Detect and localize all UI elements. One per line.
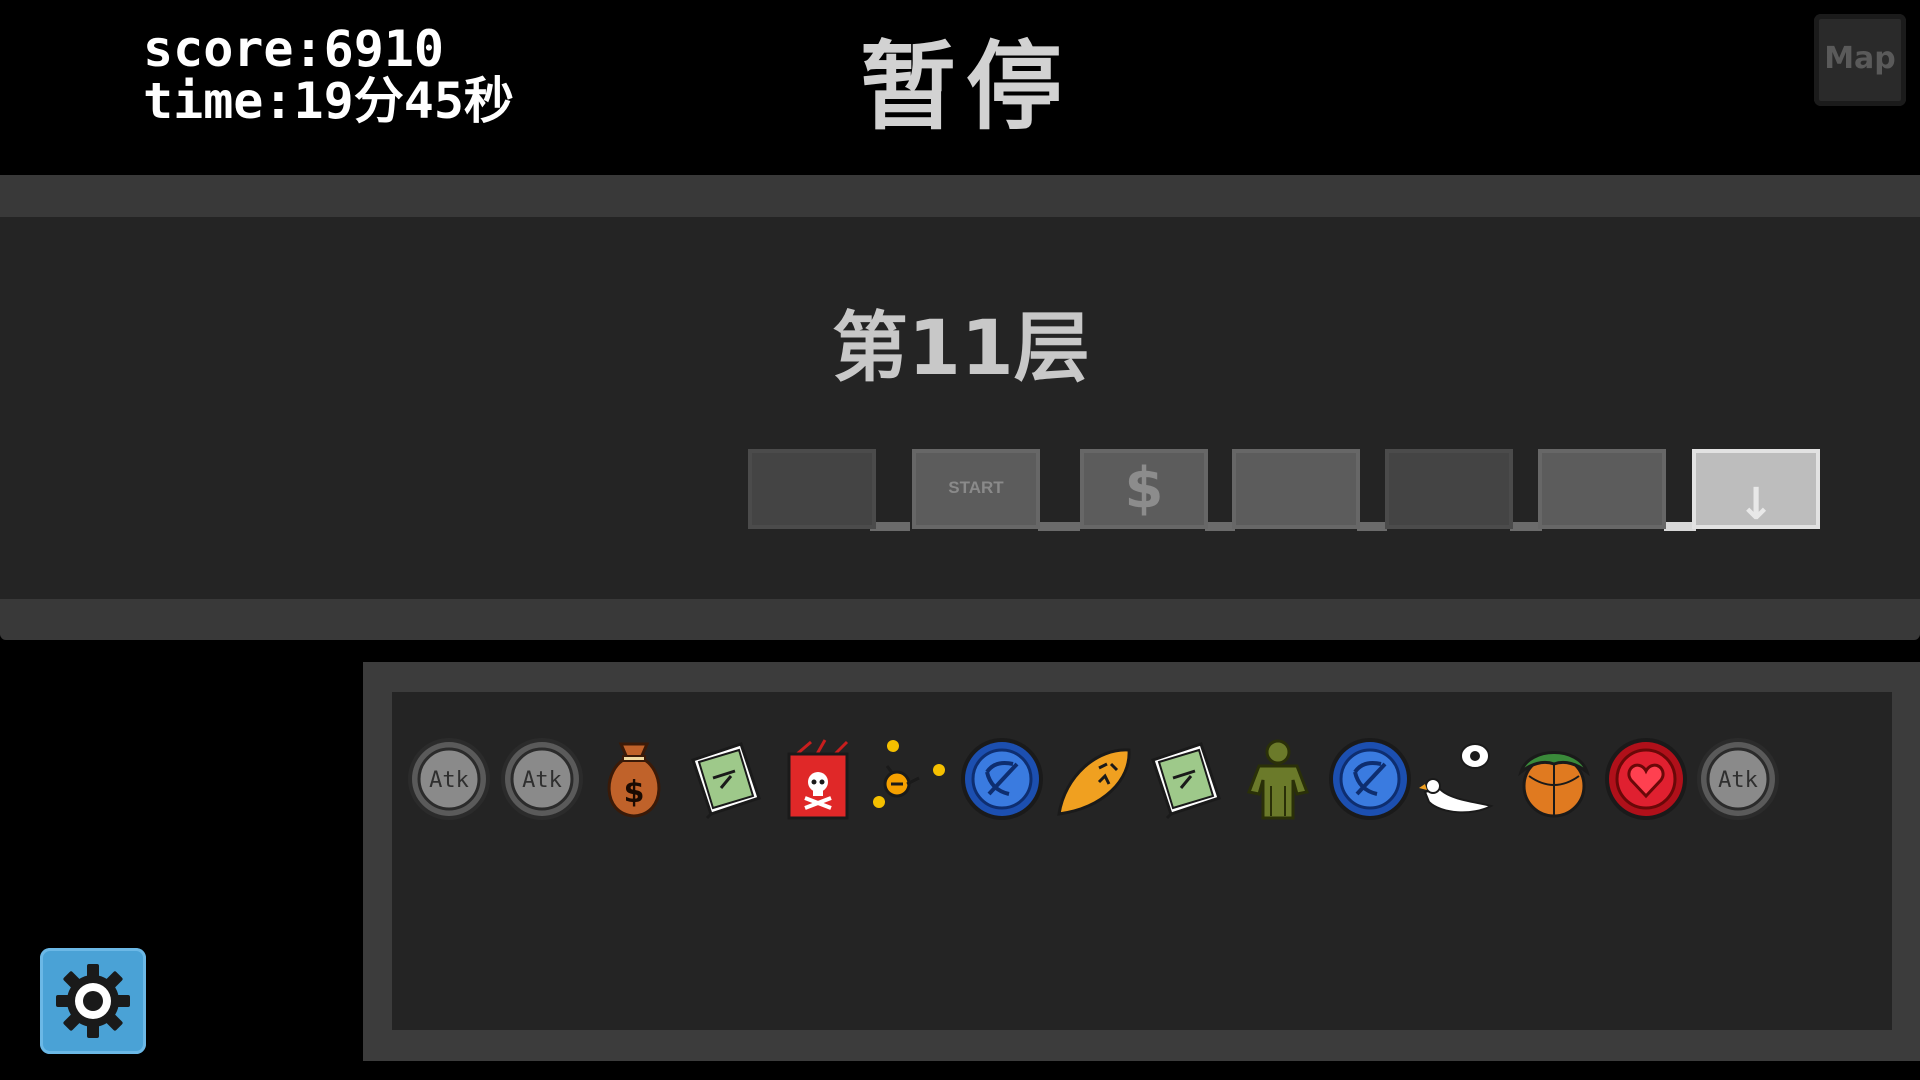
atk-text: Atk <box>1718 768 1758 793</box>
atk-text: Atk <box>429 768 469 793</box>
floor-map-panel: 第11层 START $ ↓ <box>0 175 1920 640</box>
floor-label: 第11层 <box>832 303 1090 392</box>
map-room-exit-current: ↓ <box>1692 449 1820 529</box>
map-room-6 <box>1538 449 1666 529</box>
heart-coin-icon[interactable] <box>1603 736 1689 822</box>
leafy-basketball-icon[interactable] <box>1511 736 1597 822</box>
map-room-start: START <box>912 449 1040 529</box>
dollar-icon: $ <box>1124 456 1164 521</box>
settings-button[interactable] <box>40 948 146 1054</box>
map-room-4 <box>1232 449 1360 529</box>
time-readout: time:19分45秒 <box>143 72 514 130</box>
pause-screen: score:6910 time:19分45秒 暂停 Map 第11层 START… <box>0 0 1920 1080</box>
orbiting-dots-icon[interactable] <box>867 736 953 822</box>
start-room-label: START <box>948 478 1004 497</box>
atk-text: Atk <box>522 768 562 793</box>
map-button-label: Map <box>1824 41 1896 76</box>
room-connector <box>870 522 910 531</box>
down-arrow-icon: ↓ <box>1737 479 1775 530</box>
room-connector <box>1038 522 1080 531</box>
gear-icon <box>56 964 130 1038</box>
money-bag-icon[interactable]: $ <box>591 736 677 822</box>
atk-coin-icon[interactable]: Atk <box>499 736 585 822</box>
ghillie-figure-icon[interactable] <box>1235 736 1321 822</box>
angry-leaf-icon[interactable] <box>1051 736 1137 822</box>
bow-coin-icon[interactable] <box>959 736 1045 822</box>
atk-coin-icon[interactable]: Atk <box>406 736 492 822</box>
spell-book-icon[interactable] <box>683 736 769 822</box>
svg-text:$: $ <box>624 775 645 810</box>
pause-title: 暂停 <box>860 31 1072 143</box>
room-connector <box>1357 522 1387 531</box>
pigeon-icon[interactable] <box>1419 736 1505 822</box>
room-connector <box>1205 522 1235 531</box>
score-readout: score:6910 <box>143 20 445 78</box>
spell-book-icon[interactable] <box>1143 736 1229 822</box>
bow-coin-icon[interactable] <box>1327 736 1413 822</box>
map-button[interactable]: Map <box>1814 14 1906 106</box>
floor-map-area: 第11层 START $ ↓ <box>0 217 1920 599</box>
items-list: Atk Atk $ Atk <box>392 692 1892 1030</box>
atk-coin-icon[interactable]: Atk <box>1695 736 1781 822</box>
items-panel: Atk Atk $ Atk <box>363 662 1920 1061</box>
map-room-1 <box>748 449 876 529</box>
poison-box-icon[interactable] <box>775 736 861 822</box>
map-room-shop: $ <box>1080 449 1208 529</box>
map-room-5 <box>1385 449 1513 529</box>
